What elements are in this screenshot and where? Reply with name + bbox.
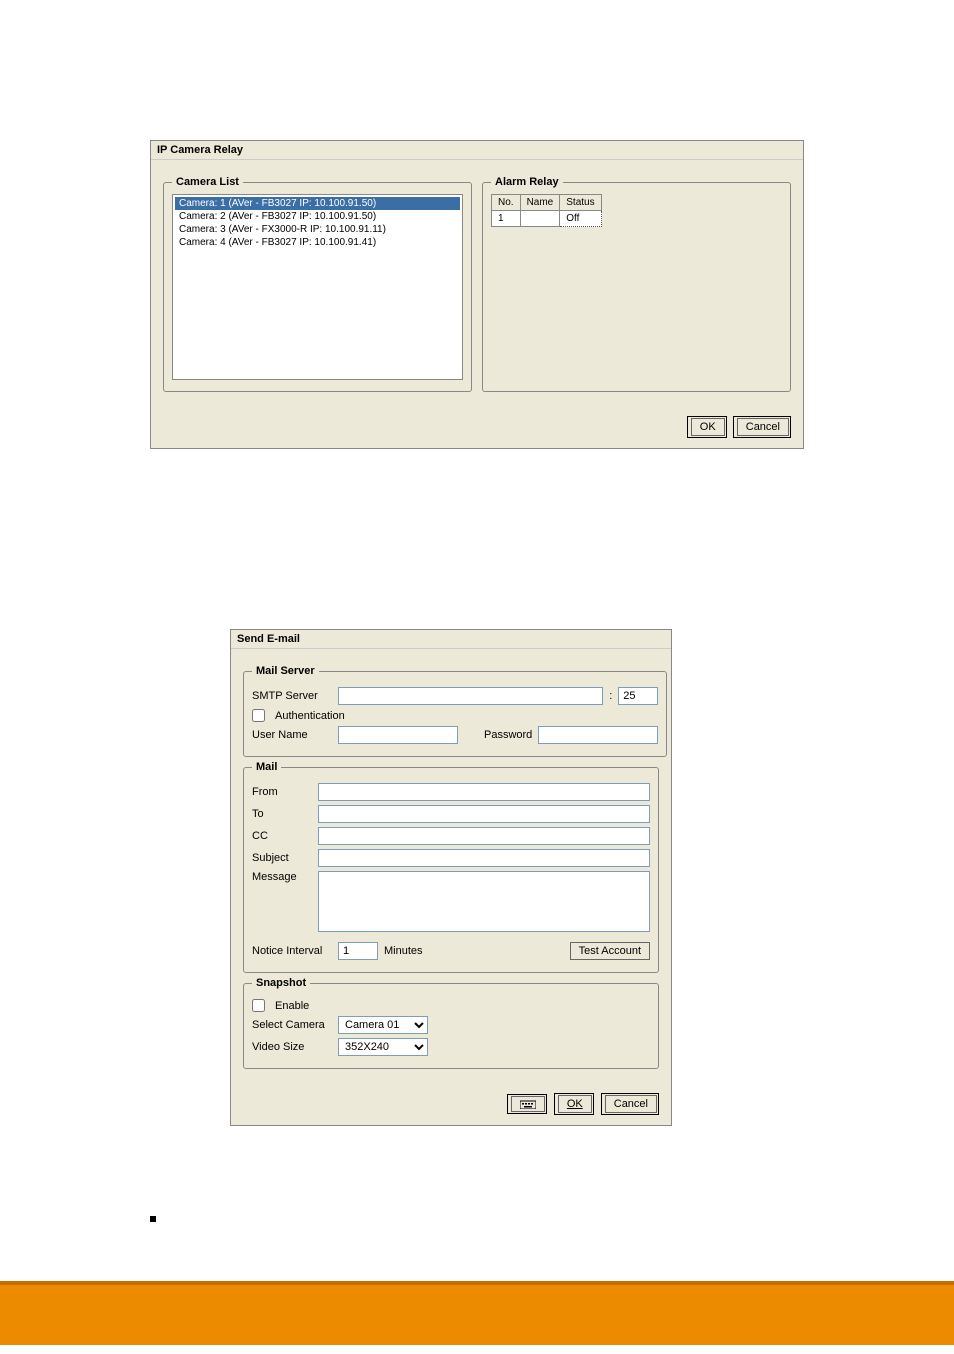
message-label: Message	[252, 871, 312, 883]
subject-label: Subject	[252, 852, 312, 864]
from-label: From	[252, 786, 312, 798]
ok-button[interactable]: OK	[691, 418, 725, 436]
keyboard-icon	[520, 1099, 536, 1109]
auth-label: Authentication	[275, 710, 345, 722]
mail-legend: Mail	[252, 761, 281, 773]
send-email-dialog: Send E-mail Mail Server SMTP Server : Au…	[230, 629, 672, 1126]
notice-interval-label: Notice Interval	[252, 945, 332, 957]
ip-camera-relay-title: IP Camera Relay	[151, 141, 803, 160]
password-input[interactable]	[538, 726, 658, 744]
cc-label: CC	[252, 830, 312, 842]
password-label: Password	[484, 729, 532, 741]
camera-list-item[interactable]: Camera: 3 (AVer - FX3000-R IP: 10.100.91…	[175, 223, 460, 236]
col-status: Status	[560, 195, 601, 211]
video-size-dropdown[interactable]: 352X240	[338, 1038, 428, 1056]
table-row[interactable]: 1 Off	[492, 211, 602, 227]
keyboard-icon-button[interactable]	[511, 1096, 545, 1112]
footer-strip	[0, 1285, 954, 1345]
to-label: To	[252, 808, 312, 820]
message-input[interactable]	[318, 871, 650, 932]
notice-interval-input[interactable]	[338, 942, 378, 960]
cell-no: 1	[492, 211, 521, 227]
camera-list-item[interactable]: Camera: 1 (AVer - FB3027 IP: 10.100.91.5…	[175, 197, 460, 210]
select-camera-label: Select Camera	[252, 1019, 332, 1031]
mail-server-legend: Mail Server	[252, 665, 319, 677]
cell-name	[520, 211, 560, 227]
smtp-port-input[interactable]	[618, 687, 658, 705]
subject-input[interactable]	[318, 849, 650, 867]
username-input[interactable]	[338, 726, 458, 744]
cancel-button[interactable]: Cancel	[737, 418, 789, 436]
camera-list-legend: Camera List	[172, 176, 243, 188]
snapshot-fieldset: Snapshot Enable Select Camera Camera 01 …	[243, 977, 659, 1069]
ip-camera-relay-dialog: IP Camera Relay Camera List Camera: 1 (A…	[150, 140, 804, 449]
cell-status[interactable]: Off	[560, 211, 601, 227]
mail-fieldset: Mail From To CC Subject M	[243, 761, 659, 973]
from-input[interactable]	[318, 783, 650, 801]
alarm-relay-table: No. Name Status 1 Off	[491, 194, 602, 227]
col-no: No.	[492, 195, 521, 211]
col-name: Name	[520, 195, 560, 211]
cc-input[interactable]	[318, 827, 650, 845]
enable-checkbox[interactable]	[252, 999, 265, 1012]
send-email-title: Send E-mail	[231, 630, 671, 649]
camera-list-item[interactable]: Camera: 2 (AVer - FB3027 IP: 10.100.91.5…	[175, 210, 460, 223]
notice-interval-unit: Minutes	[384, 945, 423, 957]
camera-list[interactable]: Camera: 1 (AVer - FB3027 IP: 10.100.91.5…	[172, 194, 463, 380]
mail-server-fieldset: Mail Server SMTP Server : Authentication…	[243, 665, 667, 757]
smtp-label: SMTP Server	[252, 690, 332, 702]
cancel-button[interactable]: Cancel	[605, 1095, 657, 1113]
camera-list-item[interactable]: Camera: 4 (AVer - FB3027 IP: 10.100.91.4…	[175, 236, 460, 249]
test-account-button[interactable]: Test Account	[570, 942, 650, 960]
snapshot-legend: Snapshot	[252, 977, 310, 989]
bullet-square-icon	[150, 1216, 156, 1222]
camera-list-fieldset: Camera List Camera: 1 (AVer - FB3027 IP:…	[163, 176, 472, 392]
alarm-relay-fieldset: Alarm Relay No. Name Status 1 Off	[482, 176, 791, 392]
video-size-label: Video Size	[252, 1041, 332, 1053]
ok-button[interactable]: OK	[558, 1095, 592, 1113]
username-label: User Name	[252, 729, 332, 741]
select-camera-dropdown[interactable]: Camera 01	[338, 1016, 428, 1034]
auth-checkbox[interactable]	[252, 709, 265, 722]
alarm-relay-legend: Alarm Relay	[491, 176, 563, 188]
enable-label: Enable	[275, 1000, 309, 1012]
to-input[interactable]	[318, 805, 650, 823]
smtp-input[interactable]	[338, 687, 603, 705]
